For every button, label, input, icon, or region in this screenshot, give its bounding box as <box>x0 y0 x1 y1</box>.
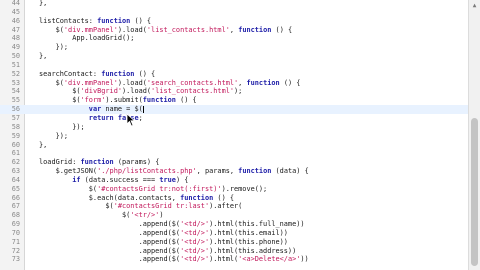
code-line[interactable]: 48 App.loadGrid(); <box>0 34 468 43</box>
line-number: 49 <box>11 43 20 52</box>
mouse-pointer-icon <box>126 113 136 127</box>
line-number: 67 <box>11 202 20 211</box>
code-line[interactable]: 61 <box>0 149 468 158</box>
code-line[interactable]: 52 searchContact: function () { <box>0 70 468 79</box>
line-number: 70 <box>11 228 20 237</box>
code-text[interactable]: }, <box>24 52 47 61</box>
line-number: 51 <box>11 60 20 69</box>
code-line[interactable]: 66 $.each(data.contacts, function () { <box>0 194 468 203</box>
line-number: 71 <box>11 237 20 246</box>
line-number: 58 <box>11 122 20 131</box>
code-text[interactable]: .append($('<td/>').html(this.phone)) <box>24 238 288 247</box>
code-line[interactable]: 46 listContacts: function () { <box>0 17 468 26</box>
line-number: 59 <box>11 131 20 140</box>
line-number: 44 <box>11 0 20 7</box>
code-text[interactable]: }); <box>24 43 68 52</box>
code-line[interactable]: 50}, <box>0 52 468 61</box>
code-text[interactable]: .append($('<td/>').html(this.email)) <box>24 229 288 238</box>
code-line[interactable]: 59 }); <box>0 132 468 141</box>
line-number: 50 <box>11 52 20 61</box>
code-line[interactable]: 64 if (data.success === true) { <box>0 176 468 185</box>
code-line[interactable]: 58 }); <box>0 123 468 132</box>
scroll-thumb[interactable] <box>471 118 478 266</box>
code-text[interactable]: App.loadGrid(); <box>24 34 134 43</box>
line-number: 73 <box>11 255 20 264</box>
code-line[interactable]: 60}, <box>0 141 468 150</box>
line-number: 54 <box>11 87 20 96</box>
code-text[interactable]: }); <box>24 132 68 141</box>
code-text[interactable]: }, <box>24 0 47 8</box>
vertical-scrollbar[interactable]: ▲ <box>468 0 480 270</box>
code-text[interactable]: searchContact: function () { <box>24 70 155 79</box>
code-line[interactable]: 44}, <box>0 0 468 8</box>
line-number: 64 <box>11 175 20 184</box>
code-line[interactable]: 53 $('div.mmPanel').load('search_contact… <box>0 79 468 88</box>
code-text[interactable]: $('<tr/>') <box>24 211 164 220</box>
code-text[interactable]: $('div.mmPanel').load('search_contacts.h… <box>24 79 301 88</box>
code-line[interactable]: 45 <box>0 8 468 17</box>
code-text[interactable]: $('divBgrid').load('list_contacts.html')… <box>24 87 242 96</box>
code-line[interactable]: 62 loadGrid: function (params) { <box>0 158 468 167</box>
code-text[interactable]: $('form').submit(function () { <box>24 96 197 105</box>
line-number: 66 <box>11 193 20 202</box>
line-number: 53 <box>11 78 20 87</box>
code-line[interactable]: 55 $('form').submit(function () { <box>0 96 468 105</box>
line-number: 60 <box>11 140 20 149</box>
code-text[interactable]: $('#contactsGrid tr:not(:first)').remove… <box>24 185 267 194</box>
code-text[interactable]: }, <box>24 141 47 150</box>
line-number: 68 <box>11 211 20 220</box>
line-number: 61 <box>11 149 20 158</box>
code-lines[interactable]: 44}, 45 46 listContacts: function () {47 $(… <box>0 0 468 264</box>
code-editor[interactable]: 44}, 45 46 listContacts: function () {47 $(… <box>0 0 480 270</box>
code-line[interactable]: 54 $('divBgrid').load('list_contacts.htm… <box>0 87 468 96</box>
code-line[interactable]: 71 .append($('<td/>').html(this.phone)) <box>0 238 468 247</box>
code-text[interactable]: }); <box>24 123 84 132</box>
code-line[interactable]: 70 .append($('<td/>').html(this.email)) <box>0 229 468 238</box>
code-line[interactable]: 56 var name = $( <box>0 105 468 114</box>
code-text[interactable]: .append($('<td/>').html('<a>Delete</a>')… <box>24 255 309 264</box>
code-line[interactable]: 67 $('#contactsGrid tr:last').after( <box>0 202 468 211</box>
line-number: 55 <box>11 96 20 105</box>
code-line[interactable]: 73 .append($('<td/>').html('<a>Delete</a… <box>0 255 468 264</box>
line-number: 48 <box>11 34 20 43</box>
code-text[interactable]: $.getJSON('./php/listContacts.php', para… <box>24 167 309 176</box>
line-number: 46 <box>11 16 20 25</box>
code-line[interactable]: 68 $('<tr/>') <box>0 211 468 220</box>
line-number: 57 <box>11 113 20 122</box>
code-text[interactable]: .append($('<td/>').html(this.address)) <box>24 247 297 256</box>
line-number: 45 <box>11 7 20 16</box>
code-line[interactable]: 63 $.getJSON('./php/listContacts.php', p… <box>0 167 468 176</box>
code-line[interactable]: 57 return false; <box>0 114 468 123</box>
line-number: 69 <box>11 220 20 229</box>
line-number: 63 <box>11 167 20 176</box>
line-number: 72 <box>11 246 20 255</box>
scroll-up-arrow-icon[interactable]: ▲ <box>471 2 478 9</box>
code-text[interactable]: if (data.success === true) { <box>24 176 188 185</box>
code-line[interactable]: 47 $('div.mmPanel').load('list_contacts.… <box>0 26 468 35</box>
line-number: 65 <box>11 184 20 193</box>
line-number: 52 <box>11 69 20 78</box>
code-line[interactable]: 49 }); <box>0 43 468 52</box>
code-line[interactable]: 72 .append($('<td/>').html(this.address)… <box>0 247 468 256</box>
code-text[interactable]: return false; <box>24 114 143 123</box>
code-text[interactable]: $('div.mmPanel').load('list_contacts.htm… <box>24 26 293 35</box>
code-line[interactable]: 69 .append($('<td/>').html(this.full_nam… <box>0 220 468 229</box>
line-number: 56 <box>11 105 20 114</box>
line-number: 47 <box>11 25 20 34</box>
code-text[interactable]: listContacts: function () { <box>24 17 151 26</box>
line-number: 62 <box>11 158 20 167</box>
code-text[interactable]: .append($('<td/>').html(this.full_name)) <box>24 220 305 229</box>
code-text[interactable]: $.each(data.contacts, function () { <box>24 194 234 203</box>
code-line[interactable]: 51 <box>0 61 468 70</box>
code-line[interactable]: 65 $('#contactsGrid tr:not(:first)').rem… <box>0 185 468 194</box>
code-text[interactable]: $('#contactsGrid tr:last').after( <box>24 202 242 211</box>
code-text[interactable]: loadGrid: function (params) { <box>24 158 159 167</box>
text-caret <box>142 105 144 113</box>
